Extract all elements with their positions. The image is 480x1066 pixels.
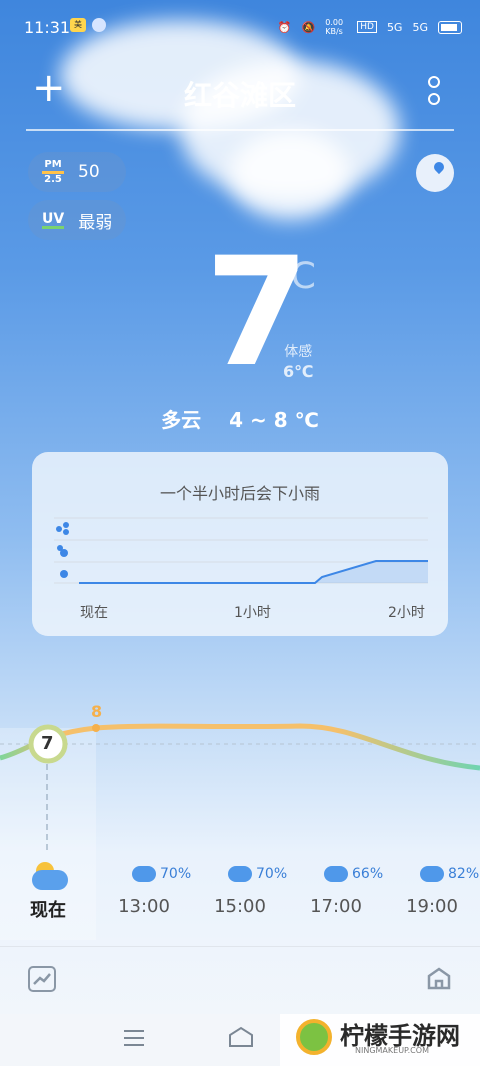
alarm-icon: ⏰ [277,20,292,34]
status-bar: 11:31 美 ⏰ 🔕 0.00 KB/s HD 5G 5G [0,0,480,52]
rain-cloud-icon [324,866,348,882]
feels-like-label: 体感 [284,344,313,360]
header: + 红谷滩区 [0,68,480,112]
condition-text: 多云 [161,408,202,432]
header-divider [26,129,454,131]
recent-apps-button[interactable] [124,1030,144,1051]
hd-badge: HD [357,21,377,33]
axis-1h: 1小时 [234,605,271,621]
partly-cloudy-icon [8,856,88,890]
now-indicator-line [46,764,48,850]
uv-label: UV [42,210,65,229]
net-speed: 0.00 KB/s [325,18,344,36]
rain-cloud-icon [228,866,252,882]
rain-intensity-icons [56,522,69,578]
status-time: 11:31 [24,18,71,37]
hour-item-now[interactable]: 现在 [8,856,88,922]
map-button[interactable] [416,154,454,192]
pm25-value: 50 [78,162,100,182]
pm25-pill[interactable]: PM 2.5 50 [28,152,126,192]
battery-icon [438,20,462,34]
now-temp-label: 7 [41,733,54,754]
signal-5g-2: 5G [412,20,428,34]
map-pin-icon [431,159,447,175]
feels-like: 体感 6℃ [283,342,314,383]
hour-item-1500[interactable]: 70% 15:00 [200,856,287,917]
axis-2h: 2小时 [388,605,425,621]
home-icon[interactable] [426,966,452,994]
peak-temp-label: 8 [91,702,103,721]
status-indicators: ⏰ 🔕 0.00 KB/s HD 5G 5G [278,18,462,36]
signal-5g-1: 5G [386,20,403,34]
hour-item-1900[interactable]: 82% 19:00 [392,856,479,917]
watermark-subtext: NINGMAKEUP.COM [355,1046,429,1055]
pm25-label: PM 2.5 [42,159,64,185]
cloud-decoration [230,130,350,220]
nav-home-button[interactable] [228,1026,254,1052]
temperature-unit: ℃ [276,256,317,297]
hour-item-1700[interactable]: 66% 17:00 [296,856,383,917]
trend-chart-icon[interactable] [28,966,56,992]
hour-item-1300[interactable]: 70% 13:00 [104,856,191,917]
condition-line: 多云 4 ~ 8 ℃ [0,404,480,433]
uv-value: 最弱 [78,212,113,233]
app-notification-icon [92,18,106,32]
mute-icon: 🔕 [301,20,316,34]
rain-cloud-icon [132,866,156,882]
more-options-button[interactable] [428,76,442,106]
city-title[interactable]: 红谷滩区 [0,74,480,114]
notification-icon: 美 [70,18,86,32]
rain-forecast-card[interactable]: 一个半小时后会下小雨 现在 1小时 2小时 [32,452,448,636]
uv-pill[interactable]: UV 最弱 [28,200,126,240]
axis-now: 现在 [80,605,108,621]
rain-cloud-icon [420,866,444,882]
lemon-logo-icon [296,1019,332,1055]
bottom-toolbar [0,946,480,1015]
feels-like-value: 6℃ [283,362,314,381]
temp-range: 4 ~ 8 ℃ [229,408,319,432]
